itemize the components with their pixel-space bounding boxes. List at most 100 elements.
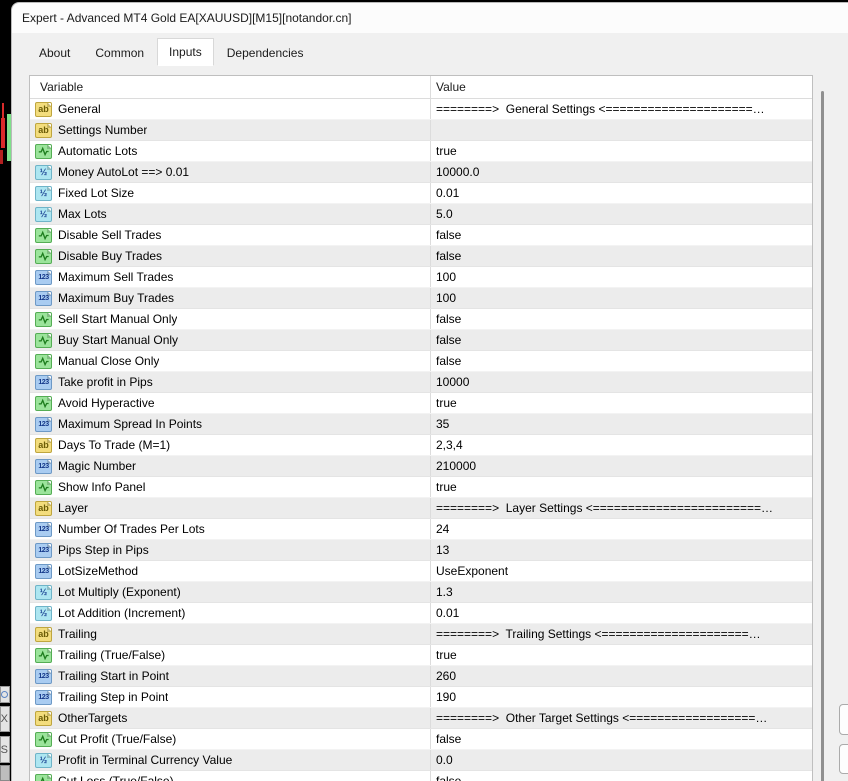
variable-name: Take profit in Pips (58, 375, 153, 389)
table-row[interactable]: ab Days To Trade (M=1) 2,3,4 (30, 435, 812, 456)
integer-type-icon: 123 (35, 689, 52, 705)
variable-name: Cut Loss (True/False) (58, 774, 174, 781)
table-row[interactable]: ½ Lot Multiply (Exponent) 1.3 (30, 582, 812, 603)
value-cell[interactable]: 0.0 (430, 750, 812, 770)
value-cell[interactable]: ========> Trailing Settings <===========… (430, 624, 812, 644)
table-row[interactable]: 123 Trailing Step in Point 190 (30, 687, 812, 708)
table-row[interactable]: ab Trailing ========> Trailing Settings … (30, 624, 812, 645)
table-row[interactable]: ½ Profit in Terminal Currency Value 0.0 (30, 750, 812, 771)
table-row[interactable]: Automatic Lots true (30, 141, 812, 162)
value-cell[interactable]: 2,3,4 (430, 435, 812, 455)
value-cell[interactable]: true (430, 477, 812, 497)
value-cell[interactable] (430, 120, 812, 140)
boolean-type-icon (35, 395, 52, 411)
table-row[interactable]: 123 Maximum Buy Trades 100 (30, 288, 812, 309)
variable-cell: Disable Sell Trades (30, 225, 430, 245)
table-row[interactable]: 123 Number Of Trades Per Lots 24 (30, 519, 812, 540)
value-cell[interactable]: 210000 (430, 456, 812, 476)
value-cell[interactable]: 24 (430, 519, 812, 539)
integer-type-icon: 123 (35, 290, 52, 306)
value-cell[interactable]: 100 (430, 288, 812, 308)
table-row[interactable]: ab General ========> General Settings <=… (30, 99, 812, 120)
table-row[interactable]: ½ Money AutoLot ==> 0.01 10000.0 (30, 162, 812, 183)
table-row[interactable]: 123 LotSizeMethod UseExponent (30, 561, 812, 582)
clipped-side-button-2[interactable] (839, 744, 848, 774)
table-row[interactable]: Cut Loss (True/False) false (30, 771, 812, 781)
variable-name: Automatic Lots (58, 144, 138, 158)
table-row[interactable]: ab OtherTargets ========> Other Target S… (30, 708, 812, 729)
table-row[interactable]: ½ Max Lots 5.0 (30, 204, 812, 225)
integer-type-icon: 123 (35, 521, 52, 537)
variable-cell: Automatic Lots (30, 141, 430, 161)
value-cell[interactable]: 260 (430, 666, 812, 686)
value-cell[interactable]: false (430, 351, 812, 371)
value-cell[interactable]: 5.0 (430, 204, 812, 224)
value-cell[interactable]: true (430, 393, 812, 413)
value-cell[interactable]: ========> Layer Settings <==============… (430, 498, 812, 518)
integer-type-icon: 123 (35, 416, 52, 432)
value-cell[interactable]: 100 (430, 267, 812, 287)
value-cell[interactable]: false (430, 771, 812, 781)
table-row[interactable]: ½ Lot Addition (Increment) 0.01 (30, 603, 812, 624)
table-row[interactable]: Show Info Panel true (30, 477, 812, 498)
table-row[interactable]: 123 Pips Step in Pips 13 (30, 540, 812, 561)
value-cell[interactable]: 0.01 (430, 183, 812, 203)
value-cell[interactable]: ========> General Settings <============… (430, 99, 812, 119)
variable-cell: Sell Start Manual Only (30, 309, 430, 329)
variable-cell: Trailing (True/False) (30, 645, 430, 665)
variable-name: Magic Number (58, 459, 137, 473)
table-row[interactable]: Disable Buy Trades false (30, 246, 812, 267)
value-cell[interactable]: 10000 (430, 372, 812, 392)
tab-common[interactable]: Common (83, 41, 156, 66)
table-row[interactable]: 123 Maximum Sell Trades 100 (30, 267, 812, 288)
table-row[interactable]: Manual Close Only false (30, 351, 812, 372)
value-cell[interactable]: false (430, 225, 812, 245)
variable-cell: Avoid Hyperactive (30, 393, 430, 413)
variable-name: OtherTargets (58, 711, 128, 725)
table-row[interactable]: 123 Maximum Spread In Points 35 (30, 414, 812, 435)
value-cell[interactable]: true (430, 645, 812, 665)
table-row[interactable]: Trailing (True/False) true (30, 645, 812, 666)
vertical-scrollbar[interactable] (821, 91, 824, 781)
boolean-type-icon (35, 332, 52, 348)
variable-cell: 123 Take profit in Pips (30, 372, 430, 392)
variable-cell: 123 Maximum Buy Trades (30, 288, 430, 308)
value-cell[interactable]: 35 (430, 414, 812, 434)
value-cell[interactable]: 10000.0 (430, 162, 812, 182)
tab-inputs[interactable]: Inputs (157, 38, 214, 66)
variable-name: Maximum Buy Trades (58, 291, 175, 305)
table-row[interactable]: 123 Take profit in Pips 10000 (30, 372, 812, 393)
variable-name: Money AutoLot ==> 0.01 (58, 165, 190, 179)
value-cell[interactable]: false (430, 309, 812, 329)
table-row[interactable]: 123 Magic Number 210000 (30, 456, 812, 477)
table-row[interactable]: Disable Sell Trades false (30, 225, 812, 246)
variable-cell: ½ Profit in Terminal Currency Value (30, 750, 430, 770)
clipped-side-button-1[interactable] (839, 704, 848, 735)
table-row[interactable]: Buy Start Manual Only false (30, 330, 812, 351)
boolean-type-icon (35, 773, 52, 781)
value-cell[interactable]: 1.3 (430, 582, 812, 602)
integer-type-icon: 123 (35, 668, 52, 684)
table-row[interactable]: 123 Trailing Start in Point 260 (30, 666, 812, 687)
value-cell[interactable]: ========> Other Target Settings <=======… (430, 708, 812, 728)
table-row[interactable]: ½ Fixed Lot Size 0.01 (30, 183, 812, 204)
table-row[interactable]: ab Layer ========> Layer Settings <=====… (30, 498, 812, 519)
value-cell[interactable]: false (430, 729, 812, 749)
table-row[interactable]: Avoid Hyperactive true (30, 393, 812, 414)
dialog-titlebar[interactable]: Expert - Advanced MT4 Gold EA[XAUUSD][M1… (12, 3, 848, 33)
table-row[interactable]: ab Settings Number (30, 120, 812, 141)
value-cell[interactable]: false (430, 330, 812, 350)
value-cell[interactable]: 0.01 (430, 603, 812, 623)
value-cell[interactable]: 13 (430, 540, 812, 560)
value-cell[interactable]: false (430, 246, 812, 266)
table-row[interactable]: Sell Start Manual Only false (30, 309, 812, 330)
table-row[interactable]: Cut Profit (True/False) false (30, 729, 812, 750)
variable-name: Lot Multiply (Exponent) (58, 585, 181, 599)
background-toolbar-icon (0, 686, 10, 703)
value-cell[interactable]: 190 (430, 687, 812, 707)
value-cell[interactable]: UseExponent (430, 561, 812, 581)
tab-dependencies[interactable]: Dependencies (215, 41, 316, 66)
value-cell[interactable]: true (430, 141, 812, 161)
tab-about[interactable]: About (27, 41, 82, 66)
variable-cell: Buy Start Manual Only (30, 330, 430, 350)
